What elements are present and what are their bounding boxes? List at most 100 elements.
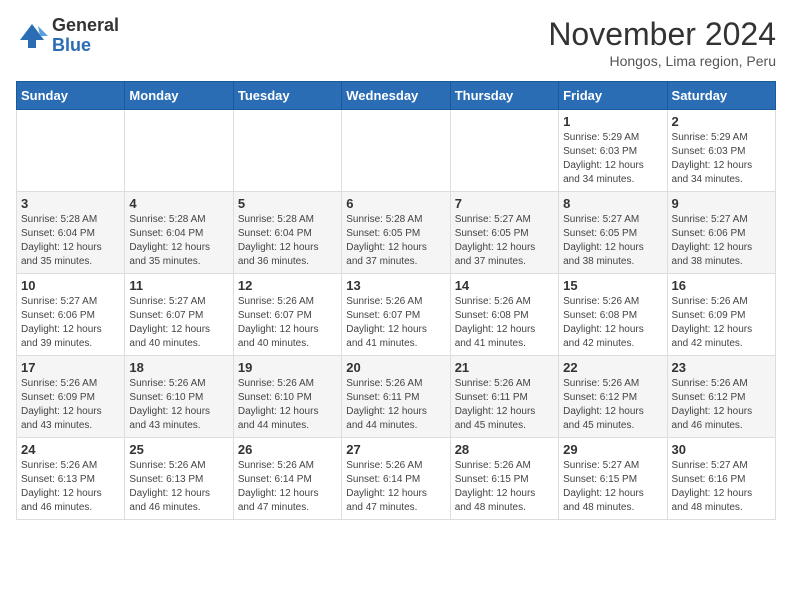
day-cell [342,110,450,192]
day-info: Sunrise: 5:27 AM Sunset: 6:05 PM Dayligh… [563,213,662,269]
week-row-5: 24Sunrise: 5:26 AM Sunset: 6:13 PM Dayli… [17,438,776,520]
col-header-saturday: Saturday [667,82,775,110]
day-info: Sunrise: 5:26 AM Sunset: 6:08 PM Dayligh… [455,295,554,351]
day-info: Sunrise: 5:26 AM Sunset: 6:10 PM Dayligh… [238,377,337,433]
day-info: Sunrise: 5:29 AM Sunset: 6:03 PM Dayligh… [563,131,662,187]
header-row: SundayMondayTuesdayWednesdayThursdayFrid… [17,82,776,110]
col-header-tuesday: Tuesday [233,82,341,110]
day-cell: 1 Sunrise: 5:29 AM Sunset: 6:03 PM Daylig… [559,110,667,192]
day-info: Sunrise: 5:26 AM Sunset: 6:13 PM Dayligh… [129,459,228,515]
day-info: Sunrise: 5:27 AM Sunset: 6:06 PM Dayligh… [672,213,771,269]
day-cell [233,110,341,192]
day-cell: 26 Sunrise: 5:26 AM Sunset: 6:14 PM Dayli… [233,438,341,520]
day-info: Sunrise: 5:29 AM Sunset: 6:03 PM Dayligh… [672,131,771,187]
day-cell: 4 Sunrise: 5:28 AM Sunset: 6:04 PM Daylig… [125,192,233,274]
day-info: Sunrise: 5:27 AM Sunset: 6:15 PM Dayligh… [563,459,662,515]
day-cell: 2 Sunrise: 5:29 AM Sunset: 6:03 PM Daylig… [667,110,775,192]
day-number: 26 [238,442,337,457]
day-info: Sunrise: 5:26 AM Sunset: 6:14 PM Dayligh… [238,459,337,515]
month-title: November 2024 [548,16,776,53]
day-number: 21 [455,360,554,375]
logo-general-text: General [52,16,119,36]
title-section: November 2024 Hongos, Lima region, Peru [548,16,776,69]
col-header-thursday: Thursday [450,82,558,110]
day-number: 17 [21,360,120,375]
week-row-2: 3 Sunrise: 5:28 AM Sunset: 6:04 PM Daylig… [17,192,776,274]
day-number: 16 [672,278,771,293]
day-info: Sunrise: 5:26 AM Sunset: 6:15 PM Dayligh… [455,459,554,515]
day-info: Sunrise: 5:26 AM Sunset: 6:09 PM Dayligh… [21,377,120,433]
day-info: Sunrise: 5:28 AM Sunset: 6:04 PM Dayligh… [129,213,228,269]
day-number: 1 [563,114,662,129]
day-number: 27 [346,442,445,457]
day-info: Sunrise: 5:26 AM Sunset: 6:10 PM Dayligh… [129,377,228,433]
day-cell: 6 Sunrise: 5:28 AM Sunset: 6:05 PM Daylig… [342,192,450,274]
day-info: Sunrise: 5:28 AM Sunset: 6:05 PM Dayligh… [346,213,445,269]
day-number: 18 [129,360,228,375]
day-cell: 30Sunrise: 5:27 AM Sunset: 6:16 PM Dayli… [667,438,775,520]
week-row-3: 10Sunrise: 5:27 AM Sunset: 6:06 PM Dayli… [17,274,776,356]
day-cell: 23Sunrise: 5:26 AM Sunset: 6:12 PM Dayli… [667,356,775,438]
day-cell: 13 Sunrise: 5:26 AM Sunset: 6:07 PM Dayli… [342,274,450,356]
day-cell: 21 Sunrise: 5:26 AM Sunset: 6:11 PM Dayli… [450,356,558,438]
day-info: Sunrise: 5:27 AM Sunset: 6:16 PM Dayligh… [672,459,771,515]
day-number: 10 [21,278,120,293]
day-cell: 19 Sunrise: 5:26 AM Sunset: 6:10 PM Dayli… [233,356,341,438]
day-cell: 5 Sunrise: 5:28 AM Sunset: 6:04 PM Daylig… [233,192,341,274]
day-cell: 11 Sunrise: 5:27 AM Sunset: 6:07 PM Dayli… [125,274,233,356]
day-info: Sunrise: 5:26 AM Sunset: 6:13 PM Dayligh… [21,459,120,515]
day-info: Sunrise: 5:26 AM Sunset: 6:14 PM Dayligh… [346,459,445,515]
day-info: Sunrise: 5:26 AM Sunset: 6:11 PM Dayligh… [455,377,554,433]
day-number: 28 [455,442,554,457]
day-number: 20 [346,360,445,375]
day-cell: 29 Sunrise: 5:27 AM Sunset: 6:15 PM Dayli… [559,438,667,520]
day-number: 5 [238,196,337,211]
calendar-header: SundayMondayTuesdayWednesdayThursdayFrid… [17,82,776,110]
day-number: 2 [672,114,771,129]
day-info: Sunrise: 5:27 AM Sunset: 6:07 PM Dayligh… [129,295,228,351]
logo-blue-text: Blue [52,36,119,56]
col-header-friday: Friday [559,82,667,110]
logo: General Blue [16,16,119,56]
day-number: 14 [455,278,554,293]
day-number: 3 [21,196,120,211]
day-cell [450,110,558,192]
day-cell: 20Sunrise: 5:26 AM Sunset: 6:11 PM Dayli… [342,356,450,438]
calendar-table: SundayMondayTuesdayWednesdayThursdayFrid… [16,81,776,520]
col-header-sunday: Sunday [17,82,125,110]
day-cell: 8 Sunrise: 5:27 AM Sunset: 6:05 PM Daylig… [559,192,667,274]
day-cell [125,110,233,192]
day-info: Sunrise: 5:27 AM Sunset: 6:05 PM Dayligh… [455,213,554,269]
day-cell: 27 Sunrise: 5:26 AM Sunset: 6:14 PM Dayli… [342,438,450,520]
day-cell: 12Sunrise: 5:26 AM Sunset: 6:07 PM Dayli… [233,274,341,356]
week-row-4: 17 Sunrise: 5:26 AM Sunset: 6:09 PM Dayli… [17,356,776,438]
day-cell: 16 Sunrise: 5:26 AM Sunset: 6:09 PM Dayli… [667,274,775,356]
location-text: Hongos, Lima region, Peru [548,53,776,69]
day-info: Sunrise: 5:26 AM Sunset: 6:12 PM Dayligh… [563,377,662,433]
day-info: Sunrise: 5:26 AM Sunset: 6:08 PM Dayligh… [563,295,662,351]
day-cell: 25Sunrise: 5:26 AM Sunset: 6:13 PM Dayli… [125,438,233,520]
day-cell: 15 Sunrise: 5:26 AM Sunset: 6:08 PM Dayli… [559,274,667,356]
day-number: 7 [455,196,554,211]
day-number: 29 [563,442,662,457]
day-number: 12 [238,278,337,293]
day-number: 8 [563,196,662,211]
day-number: 19 [238,360,337,375]
week-row-1: 1 Sunrise: 5:29 AM Sunset: 6:03 PM Daylig… [17,110,776,192]
day-cell: 22 Sunrise: 5:26 AM Sunset: 6:12 PM Dayli… [559,356,667,438]
day-cell: 10Sunrise: 5:27 AM Sunset: 6:06 PM Dayli… [17,274,125,356]
day-number: 15 [563,278,662,293]
day-number: 6 [346,196,445,211]
day-number: 13 [346,278,445,293]
day-number: 4 [129,196,228,211]
day-cell: 17 Sunrise: 5:26 AM Sunset: 6:09 PM Dayli… [17,356,125,438]
page-header: General Blue November 2024 Hongos, Lima … [16,16,776,69]
day-info: Sunrise: 5:26 AM Sunset: 6:09 PM Dayligh… [672,295,771,351]
calendar-body: 1 Sunrise: 5:29 AM Sunset: 6:03 PM Daylig… [17,110,776,520]
day-info: Sunrise: 5:26 AM Sunset: 6:07 PM Dayligh… [346,295,445,351]
day-cell [17,110,125,192]
day-number: 22 [563,360,662,375]
day-cell: 9Sunrise: 5:27 AM Sunset: 6:06 PM Daylig… [667,192,775,274]
day-info: Sunrise: 5:28 AM Sunset: 6:04 PM Dayligh… [238,213,337,269]
day-number: 11 [129,278,228,293]
